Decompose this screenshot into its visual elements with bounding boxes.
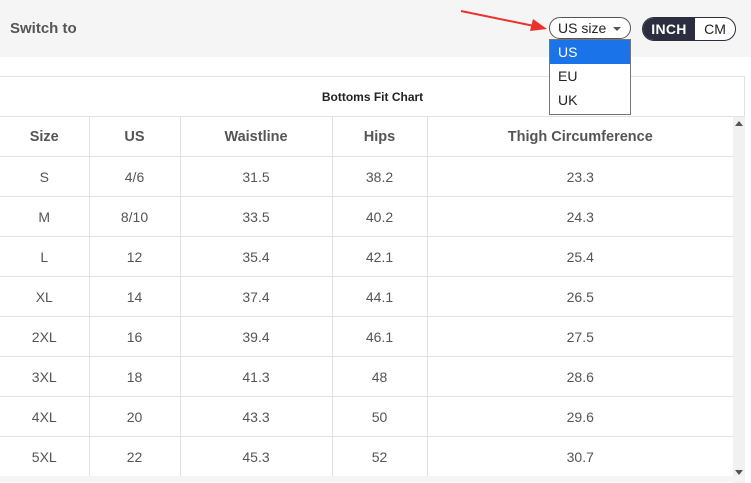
- cell-waistline: 31.5: [180, 156, 333, 197]
- cell-size: L: [0, 236, 90, 277]
- unit-cm-button[interactable]: CM: [695, 18, 735, 40]
- vertical-scrollbar[interactable]: [733, 117, 745, 483]
- table-row: 5XL 22 45.3 52 30.7: [0, 436, 733, 477]
- unit-toggle: INCH CM: [642, 17, 736, 41]
- size-system-dropdown: US EU UK: [549, 39, 631, 115]
- unit-inch-button[interactable]: INCH: [643, 18, 695, 40]
- cell-thigh: 23.3: [427, 156, 733, 197]
- column-header-size: Size: [0, 117, 90, 157]
- cell-hips: 42.1: [332, 236, 428, 277]
- fit-chart-panel: Bottoms Fit Chart Size US Waistline Hips…: [0, 76, 745, 483]
- cell-size: XL: [0, 276, 90, 317]
- table-row: 3XL 18 41.3 48 28.6: [0, 356, 733, 397]
- cell-hips: 40.2: [332, 196, 428, 237]
- column-header-us: US: [89, 117, 181, 157]
- red-arrow-icon: [460, 10, 547, 31]
- cell-size: 4XL: [0, 396, 90, 437]
- cell-hips: 44.1: [332, 276, 428, 317]
- cell-us: 14: [89, 276, 181, 317]
- cell-us: 12: [89, 236, 181, 277]
- cell-waistline: 43.3: [180, 396, 333, 437]
- switch-to-label: Switch to: [10, 20, 77, 37]
- cell-us: 18: [89, 356, 181, 397]
- size-option-uk[interactable]: UK: [550, 88, 630, 112]
- cell-us: 8/10: [89, 196, 181, 237]
- cell-size: 3XL: [0, 356, 90, 397]
- cell-waistline: 35.4: [180, 236, 333, 277]
- cell-size: S: [0, 156, 90, 197]
- horizontal-scrollbar[interactable]: [0, 476, 745, 482]
- table-row: S 4/6 31.5 38.2 23.3: [0, 156, 733, 197]
- cell-waistline: 39.4: [180, 316, 333, 357]
- size-system-select[interactable]: US size: [549, 17, 631, 39]
- cell-waistline: 41.3: [180, 356, 333, 397]
- cell-thigh: 27.5: [427, 316, 733, 357]
- cell-hips: 50: [332, 396, 428, 437]
- cell-waistline: 33.5: [180, 196, 333, 237]
- top-bar: Switch to US size INCH CM: [0, 0, 751, 57]
- cell-hips: 52: [332, 436, 428, 477]
- scroll-up-icon[interactable]: [735, 121, 743, 126]
- column-header-thigh: Thigh Circumference: [427, 117, 733, 157]
- size-option-eu[interactable]: EU: [550, 64, 630, 88]
- table-row: 4XL 20 43.3 50 29.6: [0, 396, 733, 437]
- table-header-row: Size US Waistline Hips Thigh Circumferen…: [0, 117, 733, 157]
- cell-hips: 48: [332, 356, 428, 397]
- cell-hips: 46.1: [332, 316, 428, 357]
- cell-us: 22: [89, 436, 181, 477]
- cell-size: 5XL: [0, 436, 90, 477]
- fit-chart-table: Size US Waistline Hips Thigh Circumferen…: [0, 117, 733, 477]
- cell-waistline: 45.3: [180, 436, 333, 477]
- table-row: 2XL 16 39.4 46.1 27.5: [0, 316, 733, 357]
- chart-title: Bottoms Fit Chart: [0, 77, 745, 117]
- cell-us: 20: [89, 396, 181, 437]
- cell-thigh: 25.4: [427, 236, 733, 277]
- scroll-down-icon[interactable]: [735, 470, 743, 475]
- cell-thigh: 24.3: [427, 196, 733, 237]
- column-header-waistline: Waistline: [180, 117, 333, 157]
- caret-down-icon: [613, 27, 621, 31]
- column-header-hips: Hips: [332, 117, 428, 157]
- cell-size: 2XL: [0, 316, 90, 357]
- size-select-value: US size: [558, 20, 607, 36]
- cell-thigh: 30.7: [427, 436, 733, 477]
- cell-us: 16: [89, 316, 181, 357]
- cell-thigh: 29.6: [427, 396, 733, 437]
- cell-thigh: 26.5: [427, 276, 733, 317]
- cell-us: 4/6: [89, 156, 181, 197]
- size-option-us[interactable]: US: [550, 40, 630, 64]
- table-row: L 12 35.4 42.1 25.4: [0, 236, 733, 277]
- cell-size: M: [0, 196, 90, 237]
- cell-hips: 38.2: [332, 156, 428, 197]
- table-row: XL 14 37.4 44.1 26.5: [0, 276, 733, 317]
- cell-thigh: 28.6: [427, 356, 733, 397]
- cell-waistline: 37.4: [180, 276, 333, 317]
- table-row: M 8/10 33.5 40.2 24.3: [0, 196, 733, 237]
